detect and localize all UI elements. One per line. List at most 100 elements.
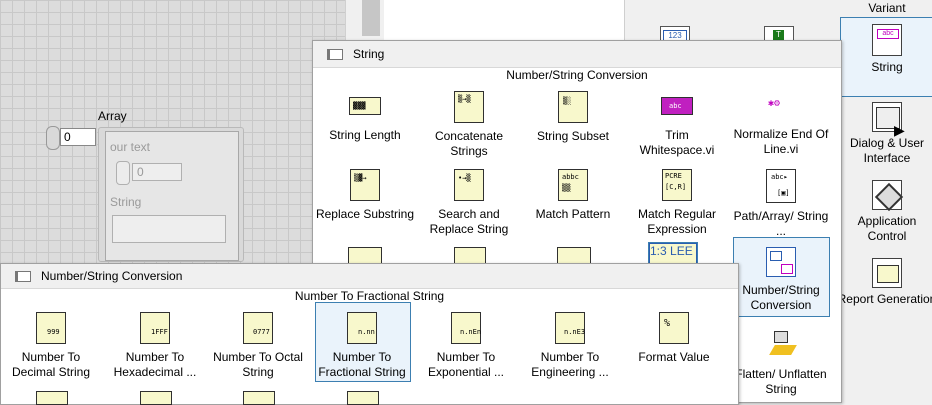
decimal-string-icon: 999 (36, 312, 66, 344)
string-terminal-glyph (781, 264, 793, 274)
palette-item-dialog[interactable]: Dialog & User Interface (837, 102, 932, 166)
path-array-string-item[interactable]: abc▸ [▣] Path/Array/ String ... (731, 169, 831, 239)
numeric-input[interactable]: 0 (132, 163, 182, 181)
string-input[interactable] (112, 215, 226, 243)
string-subset-item[interactable]: ▒░ String Subset (523, 91, 623, 144)
palette-item-label: String (871, 60, 903, 74)
number-to-octal-item[interactable]: 0777 Number To Octal String (208, 312, 308, 380)
numstr-conversion-icon (766, 247, 796, 277)
flatten-unflatten-item[interactable]: Flatten/ Unflatten String (731, 329, 831, 397)
item-label: Format Value (638, 350, 710, 364)
normalize-eol-item[interactable]: ✱⚙ Normalize End Of Line.vi (731, 95, 831, 157)
block-diagram-area[interactable] (384, 0, 624, 40)
app-control-glyph (874, 182, 904, 212)
hidden-row-icon[interactable] (36, 391, 68, 405)
item-label: Number To Exponential ... (427, 350, 505, 379)
hidden-row-icon[interactable] (140, 391, 172, 405)
item-label: Match Pattern (535, 207, 611, 221)
number-to-hex-item[interactable]: 1FFF Number To Hexadecimal ... (105, 312, 205, 380)
palette-subtitle: Number To Fractional String (294, 289, 445, 303)
item-label: Number To Hexadecimal ... (113, 350, 197, 379)
item-label: Concatenate Strings (434, 129, 504, 158)
octal-string-icon: 0777 (243, 312, 273, 344)
exponential-string-icon: n.nEn (451, 312, 481, 344)
format-value-icon: % (659, 312, 689, 344)
concatenate-strings-item[interactable]: ▒→▒ Concatenate Strings (419, 91, 519, 159)
trim-icon: abc (661, 97, 693, 115)
fractional-string-icon: n.nn (347, 312, 377, 344)
icon-glyph: 1FFF (151, 328, 168, 336)
scrollbar-thumb[interactable] (362, 0, 380, 36)
palette-subtitle: Number/String Conversion (506, 68, 648, 82)
variant-label: Variant (868, 1, 906, 15)
boolean-glyph: T (773, 30, 784, 40)
number-to-fractional-item[interactable]: n.nn Number To Fractional String (312, 312, 412, 380)
palette-title: String (353, 47, 385, 61)
match-pattern-icon: abbc ▒▒ (558, 169, 588, 201)
engineering-string-icon: n.nE3 (555, 312, 585, 344)
array-index-stepper[interactable] (46, 126, 60, 150)
flatten-icon (766, 329, 797, 361)
array-label: Array (98, 109, 127, 123)
path-array-icon: abc▸ [▣] (766, 169, 796, 203)
match-pattern-item[interactable]: abbc ▒▒ Match Pattern (523, 169, 623, 222)
hidden-row-icon[interactable] (243, 391, 275, 405)
icon-glyph: n.nE3 (564, 328, 586, 336)
string-length-item[interactable]: ▓▓▓ String Length (315, 97, 415, 143)
replace-substring-icon: ▒▓→ (350, 169, 380, 201)
item-label: Number/String Conversion (742, 283, 820, 312)
array-index-input[interactable]: 0 (60, 128, 96, 146)
item-label: Normalize End Of Line.vi (733, 127, 829, 156)
icon-glyph: 1:3 LEE (650, 244, 693, 258)
item-label: Search and Replace String (429, 207, 509, 236)
mouse-cursor-icon: ▶ (894, 122, 905, 138)
number-to-exponential-item[interactable]: n.nEn Number To Exponential ... (416, 312, 516, 380)
flatten-plane-glyph (769, 345, 797, 355)
trim-whitespace-item[interactable]: abc Trim Whitespace.vi (627, 97, 727, 158)
app-control-icon (872, 180, 904, 212)
number-to-decimal-item[interactable]: 999 Number To Decimal String (1, 312, 101, 380)
numeric-stepper[interactable] (116, 161, 130, 185)
item-label: Number To Engineering ... (531, 350, 609, 379)
palette-item-label: Application Control (857, 214, 917, 243)
numeric-terminal-glyph (770, 251, 782, 261)
string-ctrl-glyph: abc (877, 29, 899, 39)
numstr-conversion-item[interactable]: Number/String Conversion (731, 247, 831, 313)
hidden-row-icon-selected[interactable]: 1:3 LEE (648, 242, 698, 266)
array-index-control[interactable]: 0 (46, 124, 96, 150)
palette-item-label: Report Generation (837, 292, 932, 306)
hidden-row-icon[interactable] (347, 391, 379, 405)
search-replace-icon: •→▒ (454, 169, 484, 201)
icon-glyph: n.nn (358, 328, 375, 336)
string-length-icon: ▓▓▓ (349, 97, 381, 115)
replace-substring-item[interactable]: ▒▓→ Replace Substring (315, 169, 415, 222)
icon-glyph: 0777 (253, 328, 270, 336)
flatten-box-glyph (774, 331, 788, 343)
concatenate-icon: ▒→▒ (454, 91, 484, 123)
number-to-engineering-item[interactable]: n.nE3 Number To Engineering ... (520, 312, 620, 380)
icon-glyph: n.nEn (460, 328, 482, 336)
pin-icon[interactable] (15, 271, 31, 282)
match-regex-item[interactable]: PCRE [C,R] Match Regular Expression (627, 169, 727, 237)
palette-item-app-control[interactable]: Application Control (837, 180, 932, 244)
numstr-palette-window: Number/String Conversion Number To Fract… (0, 263, 739, 405)
item-label: Number To Octal String (213, 350, 303, 379)
icon-glyph: % (664, 318, 671, 329)
numstr-palette-header: Number/String Conversion (1, 264, 738, 289)
item-label: Trim Whitespace.vi (639, 128, 715, 157)
item-label: String Subset (536, 129, 610, 143)
palette-item-report[interactable]: Report Generation (837, 258, 932, 307)
string-palette-header: String (313, 41, 841, 68)
palette-item-string[interactable]: abc String (837, 24, 932, 75)
string-subset-icon: ▒░ (558, 91, 588, 123)
hex-string-icon: 1FFF (140, 312, 170, 344)
search-replace-item[interactable]: •→▒ Search and Replace String (419, 169, 519, 237)
palette-item-label: Dialog & User Interface (849, 136, 925, 165)
pin-icon[interactable] (327, 49, 343, 60)
string-palette-icon: abc (872, 24, 902, 56)
format-value-item[interactable]: % Format Value (624, 312, 724, 365)
icon-glyph: 999 (47, 328, 60, 336)
array-element-cluster[interactable]: our text 0 String (98, 127, 244, 262)
normalize-icon: ✱⚙ (766, 95, 796, 115)
item-label: String Length (329, 128, 401, 142)
